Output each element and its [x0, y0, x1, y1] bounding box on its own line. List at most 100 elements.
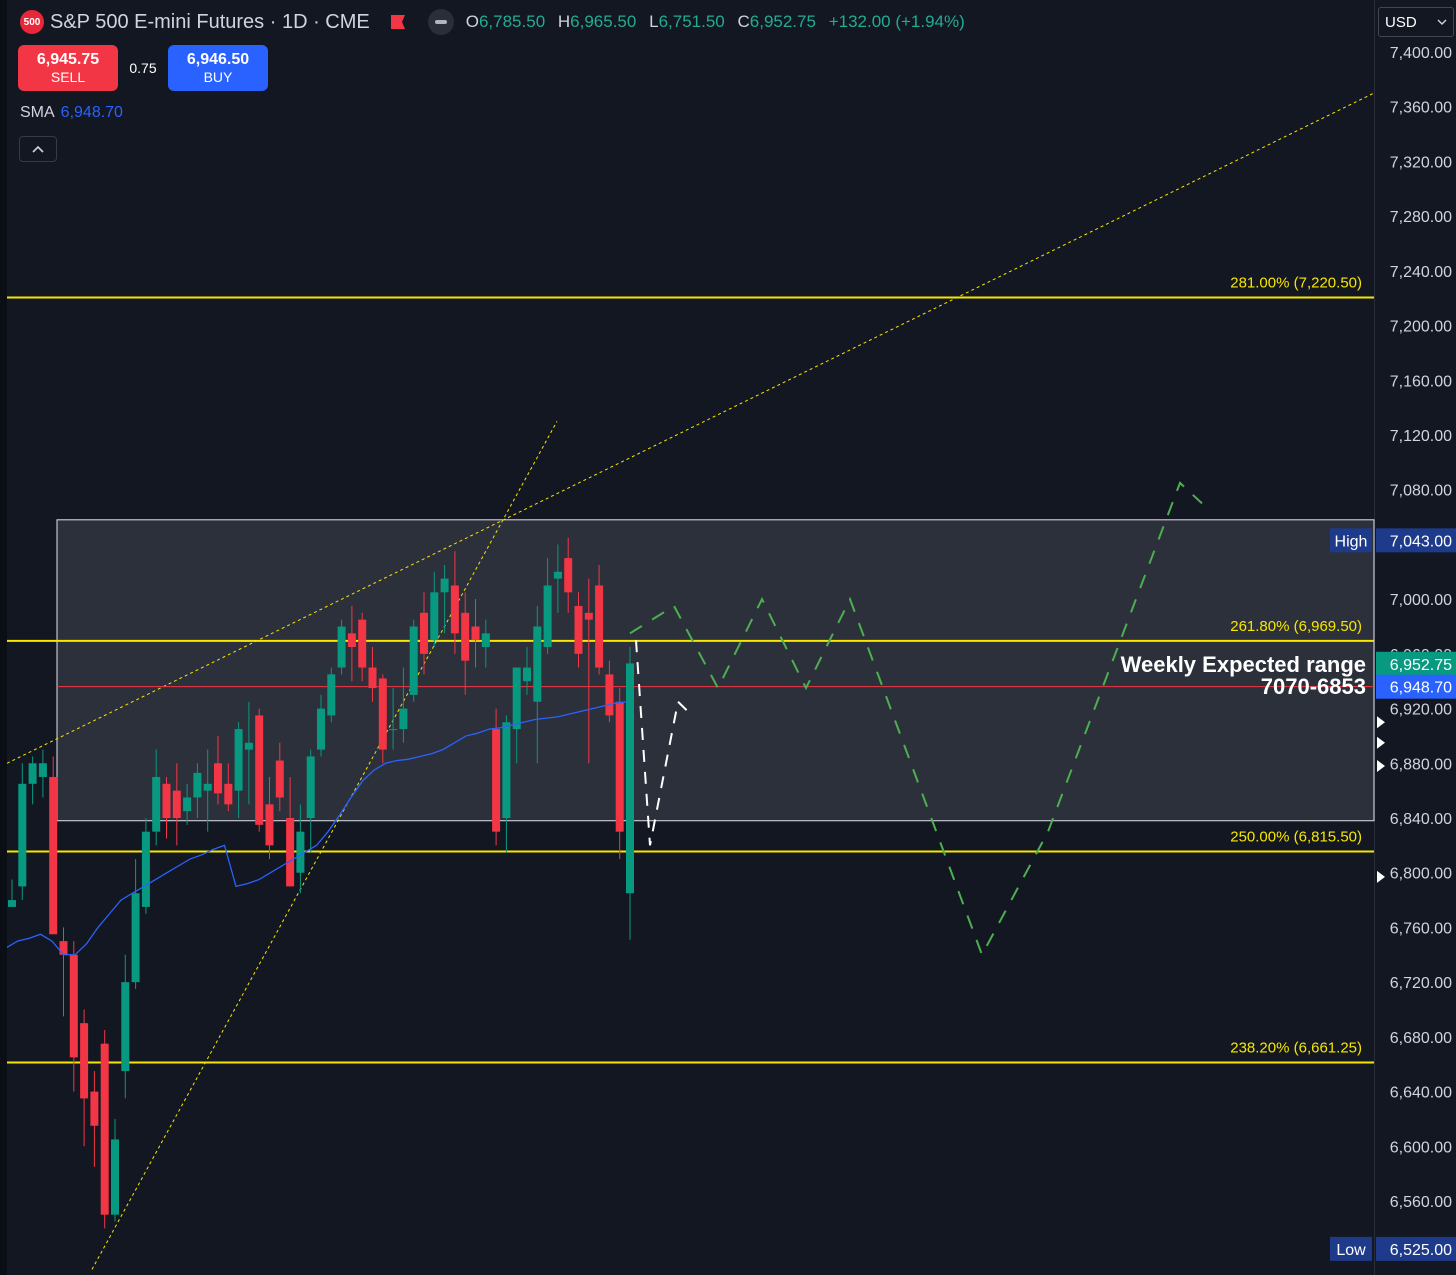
candle-body — [121, 982, 130, 1072]
candle-body — [234, 729, 243, 791]
buy-button[interactable]: 6,946.50 BUY — [168, 45, 268, 91]
y-tick-label: 6,840.00 — [1390, 811, 1452, 828]
high-value: 6,965.50 — [570, 12, 637, 31]
market-status-icon[interactable] — [427, 9, 454, 35]
sma-legend[interactable]: SMA 6,948.70 — [20, 104, 123, 122]
candle-body — [440, 578, 449, 593]
candle-body — [543, 585, 552, 648]
candle-body — [502, 722, 511, 818]
y-tick-label: 7,200.00 — [1390, 319, 1452, 336]
price-tag-value: 6,525.00 — [1390, 1242, 1452, 1259]
candle-body — [347, 633, 356, 648]
symbol-title[interactable]: S&P 500 E-mini Futures · 1D · CME — [50, 11, 370, 34]
trade-panel: 6,945.75 SELL 0.75 6,946.50 BUY — [18, 45, 268, 91]
candle-body — [337, 626, 346, 668]
candle-body — [296, 831, 305, 873]
candle-body — [420, 612, 428, 654]
y-tick-label: 6,800.00 — [1390, 866, 1452, 883]
y-tick-label: 6,760.00 — [1390, 920, 1452, 937]
candle-body — [193, 772, 202, 798]
y-tick-label: 6,560.00 — [1390, 1194, 1452, 1211]
candle-body — [152, 776, 161, 832]
y-tick-label: 6,720.00 — [1390, 975, 1452, 992]
candle-body — [368, 667, 377, 689]
sma-value: 6,948.70 — [60, 104, 123, 121]
collapse-legend-button[interactable] — [19, 136, 57, 162]
buy-price: 6,946.50 — [186, 51, 250, 68]
candle-body — [317, 708, 325, 750]
candle-body — [18, 783, 27, 887]
left-edge — [0, 0, 7, 1275]
price-tag-value: 6,948.70 — [1390, 680, 1452, 697]
candle-body — [615, 701, 624, 832]
candle-body — [584, 612, 593, 620]
open-value: 6,785.50 — [478, 12, 546, 31]
candle-body — [80, 1023, 89, 1099]
low-key: L — [649, 12, 659, 31]
y-tick-label: 7,080.00 — [1390, 483, 1452, 500]
candle-body — [471, 626, 480, 641]
y-tick-label: 7,320.00 — [1390, 154, 1452, 171]
price-tag-label: Low — [1336, 1242, 1366, 1259]
candle-body — [244, 742, 253, 750]
price-tag-value: 7,043.00 — [1390, 533, 1452, 550]
close-key: C — [737, 12, 750, 31]
high-key: H — [557, 12, 571, 31]
candle-body — [430, 592, 439, 641]
y-tick-label: 6,920.00 — [1390, 702, 1452, 719]
price-chart[interactable]: 7,400.00 7,360.00 7,320.00 7,280.00 7,240.00… — [0, 0, 1456, 1275]
sell-price: 6,945.75 — [36, 51, 100, 68]
candle-body — [111, 1139, 119, 1215]
candle-body — [523, 667, 531, 682]
candle-body — [306, 756, 315, 818]
flag-icon[interactable] — [390, 14, 406, 30]
y-tick-label: 7,000.00 — [1390, 592, 1452, 609]
candle-body — [512, 667, 521, 730]
candle-body — [49, 776, 58, 935]
y-tick-label: 7,280.00 — [1390, 209, 1452, 226]
currency-selector[interactable]: USD — [1378, 7, 1454, 37]
candle-body — [626, 663, 634, 894]
y-tick-label: 6,880.00 — [1390, 756, 1452, 773]
candle-body — [564, 558, 573, 593]
fib-level-label: 261.80% (6,969.50) — [1230, 618, 1362, 635]
candle-body — [100, 1043, 109, 1215]
candle-body — [265, 804, 274, 846]
candle-body — [162, 783, 171, 818]
y-tick-label: 7,240.00 — [1390, 264, 1452, 281]
close-value: 6,952.75 — [749, 12, 816, 31]
chevron-up-icon — [32, 145, 44, 153]
candle-body — [399, 708, 408, 730]
candle-body — [450, 585, 459, 634]
candle-body — [131, 893, 140, 983]
candle-body — [574, 605, 583, 654]
ohlc-values: O6,785.50 H6,965.50 L6,751.50 C6,952.75 … — [466, 12, 965, 32]
y-tick-label: 6,640.00 — [1390, 1085, 1452, 1102]
candle-body — [605, 674, 614, 716]
spread-value: 0.75 — [129, 60, 157, 76]
sell-button[interactable]: 6,945.75 SELL — [18, 45, 118, 91]
symbol-logo-icon[interactable]: 500 — [20, 10, 44, 34]
annotation-line-2: 7070-6853 — [1261, 674, 1366, 699]
candle-body — [275, 760, 284, 798]
candle-body — [327, 674, 336, 716]
candle-body — [90, 1091, 99, 1126]
candle-body — [461, 612, 470, 661]
candle-body — [28, 763, 37, 784]
candle-body — [224, 783, 233, 805]
y-tick-label: 6,600.00 — [1390, 1139, 1452, 1156]
change-value: +132.00 (+1.94%) — [828, 12, 965, 31]
candle-body — [409, 626, 418, 695]
candle-body — [59, 941, 68, 955]
candle-body — [183, 797, 192, 812]
candle-body — [481, 633, 490, 648]
candle-body — [214, 763, 222, 794]
y-tick-label: 7,360.00 — [1390, 100, 1452, 117]
candle-body — [378, 678, 387, 750]
sell-label: SELL — [50, 69, 86, 85]
price-tag-label: High — [1335, 533, 1368, 550]
candle-body — [358, 619, 367, 668]
low-value: 6,751.50 — [658, 12, 725, 31]
candle-body — [172, 790, 181, 818]
y-tick-label: 7,400.00 — [1390, 45, 1452, 62]
